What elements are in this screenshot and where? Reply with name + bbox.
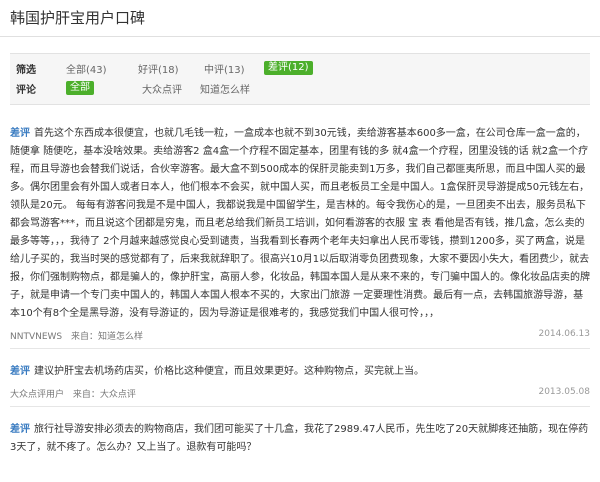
review-text: 旅行社导游安排必须去的购物商店，我们团可能买了十几盒，我花了2989.47人民币…	[10, 424, 589, 453]
review-text: 首先这个东西成本很便宜，也就几毛钱一粒，一盒成本也就不到30元钱，卖给游客基本6…	[10, 128, 590, 319]
filter-option-neutral[interactable]: 中评(13)	[204, 61, 256, 76]
source-filter-row: 评论 全部 大众点评 知道怎么样	[10, 78, 590, 98]
review-label: 评论	[16, 84, 36, 96]
review-date: 2014.06.13	[538, 329, 590, 339]
review-body: 差评 建议护肝宝去机场药店买，价格比这种便宜，而且效果更好。这种购物点，买完就上当…	[10, 363, 590, 381]
filter-option-good[interactable]: 好评(18)	[138, 61, 194, 76]
review-rating: 差评	[10, 128, 30, 139]
review-date: 2013.05.08	[538, 387, 590, 397]
review-source: NNTVNEWS	[10, 332, 63, 342]
review-source: 大众点评用户	[10, 390, 65, 400]
review-item: 差评 建议护肝宝去机场药店买，价格比这种便宜，而且效果更好。这种购物点，买完就上当…	[10, 349, 590, 407]
review-rating: 差评	[10, 424, 30, 435]
page-title: 韩国护肝宝用户口碑	[0, 0, 600, 37]
source-option-zhidao[interactable]: 知道怎么样	[200, 81, 250, 96]
review-item: 差评 首先这个东西成本很便宜，也就几毛钱一粒，一盒成本也就不到30元钱，卖给游客基…	[10, 105, 590, 349]
source-option-all[interactable]: 全部	[66, 81, 94, 95]
review-body: 差评 首先这个东西成本很便宜，也就几毛钱一粒，一盒成本也就不到30元钱，卖给游客基…	[10, 125, 590, 323]
filter-label: 筛选	[16, 64, 36, 76]
rating-filter-row: 筛选 全部(43) 好评(18) 中评(13) 差评(12)	[10, 58, 590, 78]
review-via: 来自：大众点评	[72, 390, 136, 400]
review-meta: 大众点评用户 来自：大众点评 2013.05.08	[10, 387, 590, 400]
filter-panel: 筛选 全部(43) 好评(18) 中评(13) 差评(12) 评论 全部 大众点…	[10, 53, 590, 105]
filter-option-bad[interactable]: 差评(12)	[264, 61, 313, 75]
review-text: 建议护肝宝去机场药店买，价格比这种便宜，而且效果更好。这种购物点，买完就上当。	[34, 366, 424, 377]
filter-option-all[interactable]: 全部(43)	[66, 61, 132, 76]
review-meta: NNTVNEWS 来自：知道怎么样 2014.06.13	[10, 329, 590, 342]
source-option-dianping[interactable]: 大众点评	[142, 81, 182, 96]
review-body: 差评 旅行社导游安排必须去的购物商店，我们团可能买了十几盒，我花了2989.47人…	[10, 421, 590, 457]
review-item: 差评 旅行社导游安排必须去的购物商店，我们团可能买了十几盒，我花了2989.47人…	[10, 407, 590, 463]
review-rating: 差评	[10, 366, 30, 377]
review-via: 来自：知道怎么样	[71, 332, 144, 342]
